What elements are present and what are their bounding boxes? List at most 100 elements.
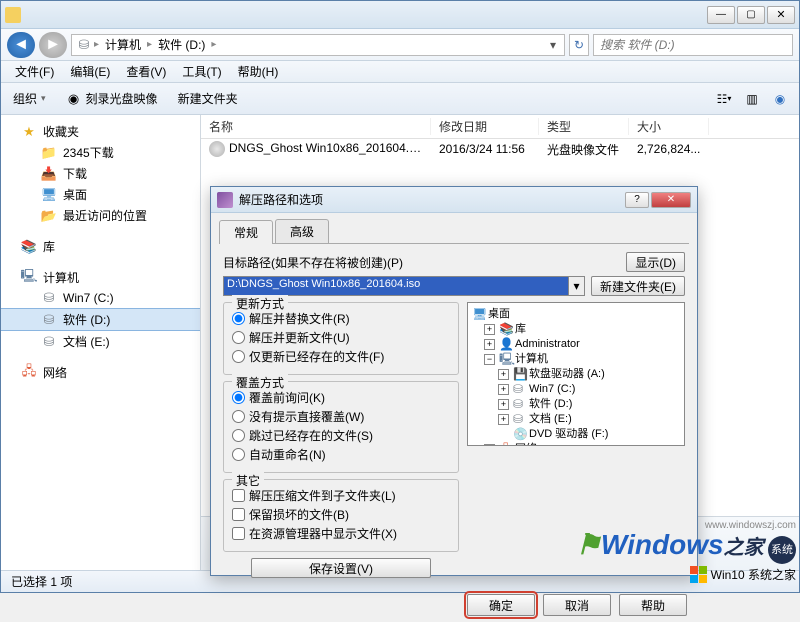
chevron-down-icon: ▾ [41,93,46,104]
close-button[interactable]: ✕ [767,6,795,24]
extract-dialog: 解压路径和选项 ? ✕ 常规 高级 目标路径(如果不存在将被创建)(P) 显示(… [210,186,698,576]
network-icon: 🖧 [21,365,37,381]
drive-icon: ⛁ [41,334,57,350]
tab-general[interactable]: 常规 [219,220,273,244]
breadcrumb-dropdown[interactable]: ▾ [546,38,560,52]
maximize-button[interactable]: ▢ [737,6,765,24]
radio-skip-existing[interactable]: 跳过已经存在的文件(S) [232,426,450,445]
menu-tools[interactable]: 工具(T) [174,63,229,80]
menu-edit[interactable]: 编辑(E) [62,63,118,80]
drive-icon: ⛁ [41,312,57,328]
update-mode-group: 更新方式 解压并替换文件(R) 解压并更新文件(U) 仅更新已经存在的文件(F) [223,302,459,375]
expand-icon[interactable]: + [498,414,509,425]
tree-libraries[interactable]: +📚库 [472,322,680,337]
column-name[interactable]: 名称 [201,118,431,135]
menubar: 文件(F) 编辑(E) 查看(V) 工具(T) 帮助(H) [1,61,799,83]
refresh-button[interactable]: ↻ [569,34,589,56]
watermark: www.windowszj.com ⚑Windows之家 系统 Win10 系统… [576,520,796,583]
expand-icon[interactable]: + [484,324,495,335]
tree-admin[interactable]: +👤Administrator [472,337,680,352]
menu-file[interactable]: 文件(F) [7,63,62,80]
tree-soft[interactable]: +⛁软件 (D:) [472,397,680,412]
back-button[interactable]: ◄ [7,32,35,58]
file-name: DNGS_Ghost Win10x86_201604.iso [229,141,424,155]
sidebar-libraries[interactable]: 📚库 [1,236,200,257]
dialog-footer: 确定 取消 帮助 [211,588,697,622]
overwrite-mode-group: 覆盖方式 覆盖前询问(K) 没有提示直接覆盖(W) 跳过已经存在的文件(S) 自… [223,381,459,473]
sidebar-item-drive-e[interactable]: ⛁文档 (E:) [1,331,200,352]
dialog-help-button[interactable]: ? [625,192,649,208]
dialog-title: 解压路径和选项 [239,191,323,208]
help-icon[interactable]: ◉ [769,88,791,110]
expand-icon[interactable]: + [484,444,495,446]
radio-extract-update[interactable]: 解压并更新文件(U) [232,328,450,347]
tree-dvd[interactable]: 💿DVD 驱动器 (F:) [472,427,680,442]
misc-group: 其它 解压压缩文件到子文件夹(L) 保留损坏的文件(B) 在资源管理器中显示文件… [223,479,459,552]
burn-button[interactable]: ◉刻录光盘映像 [62,88,162,109]
sidebar-computer[interactable]: 🖳计算机 [1,267,200,288]
menu-view[interactable]: 查看(V) [118,63,174,80]
ok-button[interactable]: 确定 [467,594,535,616]
radio-update-existing[interactable]: 仅更新已经存在的文件(F) [232,347,450,366]
check-show-explorer[interactable]: 在资源管理器中显示文件(X) [232,524,450,543]
new-folder-button[interactable]: 新建文件夹 [174,88,242,109]
search-input[interactable] [593,34,793,56]
check-keep-broken[interactable]: 保留损坏的文件(B) [232,505,450,524]
group-title-update: 更新方式 [232,295,288,312]
watermark-badge: 系统 [768,536,796,564]
sidebar-network[interactable]: 🖧网络 [1,362,200,383]
star-icon: ★ [21,124,37,140]
file-row[interactable]: DNGS_Ghost Win10x86_201604.iso 2016/3/24… [201,139,799,159]
disc-icon: ◉ [66,91,82,107]
sidebar-item-drive-d[interactable]: ⛁软件 (D:) [1,308,200,331]
minimize-button[interactable]: — [707,6,735,24]
expand-icon[interactable]: + [484,339,495,350]
tree-computer[interactable]: −🖳计算机 [472,352,680,367]
column-type[interactable]: 类型 [539,118,629,135]
destination-path-input[interactable]: D:\DNGS_Ghost Win10x86_201604.iso ▾ [223,276,585,296]
sidebar-item-recent[interactable]: 📂最近访问的位置 [1,205,200,226]
tree-floppy[interactable]: +💾软盘驱动器 (A:) [472,367,680,382]
tab-advanced[interactable]: 高级 [275,219,329,243]
expand-icon[interactable]: + [498,369,509,380]
breadcrumb[interactable]: ⛁ ▸ 计算机 ▸ 软件 (D:) ▸ ▾ [71,34,565,56]
collapse-icon[interactable]: − [484,354,495,365]
breadcrumb-computer[interactable]: 计算机 [101,36,145,53]
forward-button[interactable]: ► [39,32,67,58]
sidebar-item-desktop[interactable]: 🖥桌面 [1,184,200,205]
expand-icon[interactable]: + [498,399,509,410]
tree-network[interactable]: +🖧网络 [472,442,680,446]
column-size[interactable]: 大小 [629,118,709,135]
tree-docs[interactable]: +⛁文档 (E:) [472,412,680,427]
file-type: 光盘映像文件 [539,141,629,158]
help-button[interactable]: 帮助 [619,594,687,616]
breadcrumb-drive[interactable]: 软件 (D:) [154,36,209,53]
column-date[interactable]: 修改日期 [431,118,539,135]
desktop-icon: 🖥 [41,187,57,203]
organize-button[interactable]: 组织▾ [9,88,50,109]
cancel-button[interactable]: 取消 [543,594,611,616]
view-options-button[interactable]: ☷ ▾ [713,88,735,110]
group-title-overwrite: 覆盖方式 [232,374,288,391]
new-folder-button[interactable]: 新建文件夹(E) [591,276,685,296]
sidebar-item-drive-c[interactable]: ⛁Win7 (C:) [1,288,200,308]
iso-icon [209,141,225,157]
expand-icon[interactable]: + [498,384,509,395]
toolbar: 组织▾ ◉刻录光盘映像 新建文件夹 ☷ ▾ ▥ ◉ [1,83,799,115]
sidebar-item-2345[interactable]: 📁2345下载 [1,142,200,163]
tree-desktop[interactable]: 🖥桌面 [472,307,680,322]
file-size: 2,726,824... [629,142,709,156]
save-settings-button[interactable]: 保存设置(V) [251,558,431,578]
radio-no-prompt[interactable]: 没有提示直接覆盖(W) [232,407,450,426]
sidebar-favorites[interactable]: ★收藏夹 [1,121,200,142]
menu-help[interactable]: 帮助(H) [230,63,287,80]
tree-win7[interactable]: +⛁Win7 (C:) [472,382,680,397]
check-subfolder[interactable]: 解压压缩文件到子文件夹(L) [232,486,450,505]
radio-auto-rename[interactable]: 自动重命名(N) [232,445,450,464]
path-dropdown[interactable]: ▾ [568,277,584,295]
folder-tree[interactable]: 🖥桌面 +📚库 +👤Administrator −🖳计算机 +💾软盘驱动器 (A… [467,302,685,446]
display-button[interactable]: 显示(D) [626,252,685,272]
dialog-close-button[interactable]: ✕ [651,192,691,208]
preview-pane-button[interactable]: ▥ [741,88,763,110]
sidebar-item-downloads[interactable]: 📥下载 [1,163,200,184]
